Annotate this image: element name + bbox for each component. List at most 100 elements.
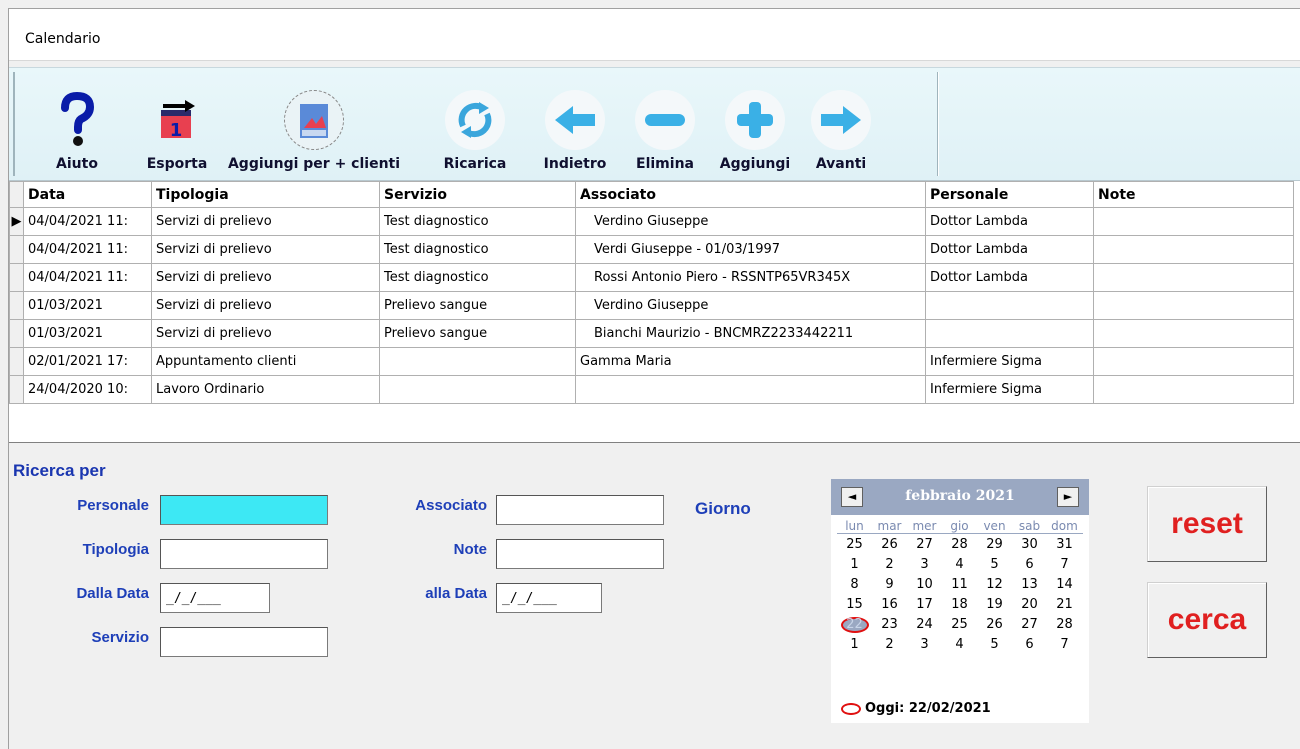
note-input[interactable] (496, 539, 664, 569)
cell-personale[interactable]: Dottor Lambda (925, 263, 1094, 292)
cell-note[interactable] (1093, 347, 1294, 376)
row-selector[interactable] (9, 235, 24, 264)
alla-data-input[interactable] (496, 583, 602, 613)
calendar-month-label[interactable]: febbraio 2021 (887, 488, 1033, 504)
cell-personale[interactable]: Dottor Lambda (925, 235, 1094, 264)
cell-data[interactable]: 02/01/2021 17: (23, 347, 152, 376)
calendar-day[interactable]: 4 (942, 635, 977, 655)
cell-associato[interactable]: Bianchi Maurizio - BNCMRZ2233442211 (575, 319, 926, 348)
row-selector[interactable] (9, 375, 24, 404)
calendar-today-link[interactable]: Oggi: 22/02/2021 (841, 701, 991, 716)
cell-data[interactable]: 01/03/2021 (23, 319, 152, 348)
calendar-day[interactable]: 30 (1012, 535, 1047, 555)
table-row[interactable]: 01/03/2021 Servizi di prelievo Prelievo … (9, 291, 1294, 320)
calendar-day[interactable]: 13 (1012, 575, 1047, 595)
calendar-day[interactable]: 10 (907, 575, 942, 595)
cell-servizio[interactable] (379, 347, 576, 376)
cell-associato[interactable]: Verdino Giuseppe (575, 291, 926, 320)
table-row[interactable]: 04/04/2021 11: Servizi di prelievo Test … (9, 235, 1294, 264)
export-button[interactable]: 1 Esporta (135, 82, 219, 178)
calendar-day[interactable]: 7 (1047, 635, 1082, 655)
calendar-day[interactable]: 14 (1047, 575, 1082, 595)
calendar-day[interactable]: 19 (977, 595, 1012, 615)
calendar-day[interactable]: 21 (1047, 595, 1082, 615)
table-row[interactable]: ▶ 04/04/2021 11: Servizi di prelievo Tes… (9, 207, 1294, 236)
calendar-day[interactable]: 15 (837, 595, 872, 615)
cell-note[interactable] (1093, 291, 1294, 320)
cell-data[interactable]: 04/04/2021 11: (23, 207, 152, 236)
appointments-grid[interactable]: Data Tipologia Servizio Associato Person… (9, 181, 1300, 443)
cell-tipologia[interactable]: Servizi di prelievo (151, 319, 380, 348)
calendar-day[interactable]: 20 (1012, 595, 1047, 615)
tipologia-input[interactable] (160, 539, 328, 569)
cell-servizio[interactable]: Test diagnostico (379, 235, 576, 264)
cell-data[interactable]: 04/04/2021 11: (23, 263, 152, 292)
calendar-day[interactable]: 26 (977, 615, 1012, 635)
cell-personale[interactable] (925, 319, 1094, 348)
cell-servizio[interactable]: Test diagnostico (379, 263, 576, 292)
table-row[interactable]: 02/01/2021 17: Appuntamento clienti Gamm… (9, 347, 1294, 376)
column-header-note[interactable]: Note (1093, 181, 1294, 208)
cell-tipologia[interactable]: Servizi di prelievo (151, 207, 380, 236)
calendar-day[interactable]: 11 (942, 575, 977, 595)
calendar-day[interactable]: 2 (872, 555, 907, 575)
forward-button[interactable]: Avanti (799, 82, 883, 178)
table-row[interactable]: 01/03/2021 Servizi di prelievo Prelievo … (9, 319, 1294, 348)
column-header-associato[interactable]: Associato (575, 181, 926, 208)
delete-button[interactable]: Elimina (623, 82, 707, 178)
cell-personale[interactable]: Dottor Lambda (925, 207, 1094, 236)
add-multi-clients-button[interactable]: Aggiungi per + clienti (225, 82, 403, 178)
calendar-day-today[interactable]: 22 (837, 615, 872, 635)
add-button[interactable]: Aggiungi (705, 82, 805, 178)
dalla-data-input[interactable] (160, 583, 270, 613)
cell-servizio[interactable]: Test diagnostico (379, 207, 576, 236)
cell-servizio[interactable] (379, 375, 576, 404)
calendar-day[interactable]: 5 (977, 635, 1012, 655)
column-header-servizio[interactable]: Servizio (379, 181, 576, 208)
calendar-day[interactable]: 24 (907, 615, 942, 635)
prev-month-button[interactable]: ◄ (841, 487, 863, 507)
help-button[interactable]: Aiuto (35, 82, 119, 178)
row-selector[interactable] (9, 347, 24, 376)
cell-tipologia[interactable]: Servizi di prelievo (151, 235, 380, 264)
cell-personale[interactable]: Infermiere Sigma (925, 375, 1094, 404)
table-row[interactable]: 04/04/2021 11: Servizi di prelievo Test … (9, 263, 1294, 292)
calendar-day[interactable]: 2 (872, 635, 907, 655)
calendar-day[interactable]: 25 (837, 535, 872, 555)
cell-note[interactable] (1093, 375, 1294, 404)
servizio-input[interactable] (160, 627, 328, 657)
calendar-day[interactable]: 27 (907, 535, 942, 555)
cell-associato[interactable]: Rossi Antonio Piero - RSSNTP65VR345X (575, 263, 926, 292)
calendar-day[interactable]: 1 (837, 635, 872, 655)
month-calendar[interactable]: ◄ febbraio 2021 ► lun mar mer gio ven sa… (831, 479, 1089, 723)
calendar-day[interactable]: 18 (942, 595, 977, 615)
row-selector[interactable] (9, 263, 24, 292)
cell-tipologia[interactable]: Servizi di prelievo (151, 263, 380, 292)
associato-input[interactable] (496, 495, 664, 525)
cell-associato[interactable]: Verdino Giuseppe (575, 207, 926, 236)
calendar-day[interactable]: 3 (907, 635, 942, 655)
calendar-day[interactable]: 4 (942, 555, 977, 575)
cell-personale[interactable] (925, 291, 1094, 320)
toolbar-grip[interactable] (13, 72, 17, 176)
next-month-button[interactable]: ► (1057, 487, 1079, 507)
cell-note[interactable] (1093, 263, 1294, 292)
cell-associato[interactable] (575, 375, 926, 404)
cell-data[interactable]: 04/04/2021 11: (23, 235, 152, 264)
cell-data[interactable]: 24/04/2020 10: (23, 375, 152, 404)
calendar-day[interactable]: 28 (1047, 615, 1082, 635)
cell-servizio[interactable]: Prelievo sangue (379, 319, 576, 348)
reload-button[interactable]: Ricarica (433, 82, 517, 178)
calendar-day[interactable]: 31 (1047, 535, 1082, 555)
cerca-button[interactable]: cerca (1147, 582, 1267, 658)
reset-button[interactable]: reset (1147, 486, 1267, 562)
cell-personale[interactable]: Infermiere Sigma (925, 347, 1094, 376)
calendar-day[interactable]: 7 (1047, 555, 1082, 575)
calendar-day[interactable]: 25 (942, 615, 977, 635)
calendar-day[interactable]: 3 (907, 555, 942, 575)
calendar-day[interactable]: 9 (872, 575, 907, 595)
calendar-day[interactable]: 12 (977, 575, 1012, 595)
cell-associato[interactable]: Verdi Giuseppe - 01/03/1997 (575, 235, 926, 264)
column-header-tipologia[interactable]: Tipologia (151, 181, 380, 208)
calendar-day[interactable]: 26 (872, 535, 907, 555)
